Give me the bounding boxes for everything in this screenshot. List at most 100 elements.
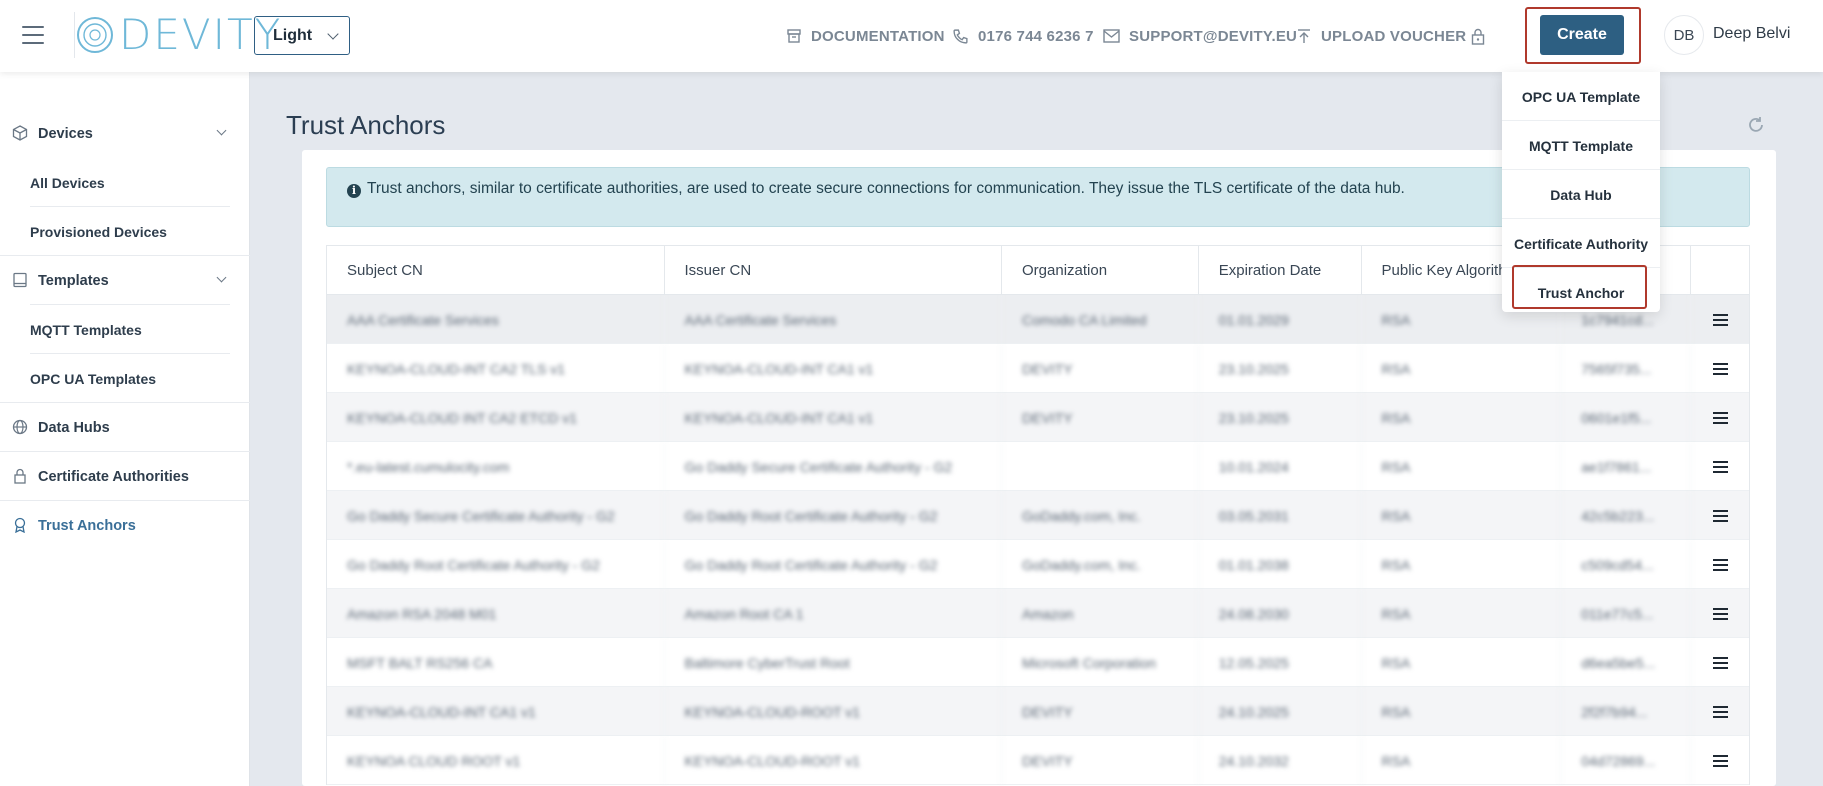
theme-select[interactable]: Light (254, 16, 350, 55)
menu-icon (1712, 313, 1728, 326)
sidebar-item-label: All Devices (30, 174, 105, 191)
table-row[interactable]: Go Daddy Secure Certificate Authority - … (327, 491, 1749, 540)
table-cell: Go Daddy Secure Certificate Authority - … (327, 491, 665, 540)
row-menu-button[interactable] (1691, 491, 1749, 540)
sidebar-item-opcua-templates[interactable]: OPC UA Templates (30, 354, 230, 403)
table-cell: 42c5b223... (1561, 491, 1692, 540)
logo[interactable]: DEVITY (74, 12, 282, 58)
table-row[interactable]: KEYNOA-CLOUD-INT CA1 v1 KEYNOA-CLOUD-ROOT… (327, 687, 1749, 736)
menu-icon (1712, 411, 1728, 424)
sidebar-item-certificate-authorities[interactable]: Certificate Authorities (0, 452, 250, 501)
table-cell: 24.08.2030 (1199, 589, 1362, 638)
table-cell: DEVITY (1002, 344, 1199, 393)
menu-icon (1712, 362, 1728, 375)
table-cell: 04d72869... (1561, 736, 1692, 785)
table-row[interactable]: Go Daddy Root Certificate Authority - G2… (327, 540, 1749, 589)
table-cell: AAA Certificate Services (665, 295, 1003, 344)
upload-voucher-link[interactable]: UPLOAD VOUCHER (1296, 0, 1466, 72)
column-header[interactable]: Issuer CN (665, 246, 1002, 295)
table-row[interactable]: Amazon RSA 2048 M01 Amazon Root CA 1 Amazo… (327, 589, 1749, 638)
user-name[interactable]: Deep Belvi (1713, 25, 1790, 43)
support-email-link[interactable]: SUPPORT@DEVITY.EU (1103, 0, 1297, 72)
avatar[interactable]: DB (1664, 15, 1704, 55)
row-menu-button[interactable] (1691, 393, 1749, 442)
menu-icon (1712, 656, 1728, 669)
table-cell: KEYNOA-CLOUD-INT CA1 v1 (665, 344, 1003, 393)
row-menu-button[interactable] (1691, 589, 1749, 638)
sidebar-group-devices[interactable]: Devices (0, 109, 250, 158)
row-menu-button[interactable] (1691, 295, 1749, 344)
table-cell: KEYNOA-CLOUD-INT CA1 v1 (665, 393, 1003, 442)
chevron-down-icon (216, 125, 227, 136)
table-cell: RSA (1362, 393, 1562, 442)
row-menu-button[interactable] (1691, 540, 1749, 589)
table-cell: ae1f7861... (1561, 442, 1692, 491)
table-row[interactable]: KEYNOA-CLOUD INT CA2 ETCD v1 KEYNOA-CLOUD… (327, 393, 1749, 442)
sidebar-item-label: Certificate Authorities (38, 468, 189, 485)
table-cell: 24.10.2032 (1199, 736, 1362, 785)
table-cell: RSA (1362, 344, 1562, 393)
table-cell: DEVITY (1002, 736, 1199, 785)
row-menu-button[interactable] (1691, 687, 1749, 736)
table-cell (1002, 442, 1199, 491)
column-header[interactable]: Subject CN (327, 246, 665, 295)
table-cell: RSA (1362, 540, 1562, 589)
menu-item-certificate-authority[interactable]: Certificate Authority (1502, 219, 1660, 268)
table-cell: Baltimore CyberTrust Root (665, 638, 1003, 687)
sidebar-item-label: Provisioned Devices (30, 223, 167, 240)
upload-voucher-label: UPLOAD VOUCHER (1321, 27, 1467, 45)
table-cell: GoDaddy.com, Inc. (1002, 491, 1199, 540)
table-cell: DEVITY (1002, 393, 1199, 442)
top-header: DEVITY Light DOCUMENTATION 0176 744 6236… (0, 0, 1823, 72)
table-cell: *.eu-latest.cumulocity.com (327, 442, 665, 491)
table-cell: c509cd54... (1561, 540, 1692, 589)
table-cell: Amazon Root CA 1 (665, 589, 1003, 638)
archive-icon (787, 29, 801, 43)
lock-button[interactable] (1471, 0, 1494, 72)
sidebar-item-provisioned-devices[interactable]: Provisioned Devices (30, 207, 230, 256)
menu-item-data-hub[interactable]: Data Hub (1502, 170, 1660, 219)
table-row[interactable]: MSFT BALT RS256 CA Baltimore CyberTrust R… (327, 638, 1749, 687)
table-cell: Microsoft Corporation (1002, 638, 1199, 687)
menu-item-opcua-template[interactable]: OPC UA Template (1502, 72, 1660, 121)
documentation-link[interactable]: DOCUMENTATION (786, 0, 945, 72)
create-button[interactable]: Create (1540, 15, 1624, 55)
table-cell: RSA (1362, 736, 1562, 785)
logo-mark-icon (77, 17, 113, 53)
sidebar-item-label: Trust Anchors (38, 517, 136, 534)
menu-item-trust-anchor[interactable]: Trust Anchor (1502, 268, 1660, 317)
table-cell: Go Daddy Root Certificate Authority - G2 (665, 540, 1003, 589)
hamburger-menu-icon[interactable] (22, 26, 44, 44)
table-cell: 24.10.2025 (1199, 687, 1362, 736)
table-cell: 01.01.2038 (1199, 540, 1362, 589)
menu-item-mqtt-template[interactable]: MQTT Template (1502, 121, 1660, 170)
column-header[interactable]: Expiration Date (1199, 246, 1362, 295)
sidebar-item-mqtt-templates[interactable]: MQTT Templates (30, 305, 230, 354)
award-icon (14, 517, 26, 533)
row-menu-button[interactable] (1691, 638, 1749, 687)
sidebar-item-trust-anchors[interactable]: Trust Anchors (0, 501, 250, 550)
table-cell: KEYNOA CLOUD ROOT v1 (327, 736, 665, 785)
table-row[interactable]: KEYNOA CLOUD ROOT v1 KEYNOA-CLOUD-ROOT v1… (327, 736, 1749, 785)
row-menu-button[interactable] (1691, 442, 1749, 491)
sidebar-item-label: Data Hubs (38, 419, 110, 436)
sidebar-group-templates[interactable]: Templates (0, 256, 250, 305)
sidebar-group-label: Templates (38, 272, 109, 289)
row-menu-button[interactable] (1691, 736, 1749, 785)
table-cell: Go Daddy Root Certificate Authority - G2 (327, 540, 665, 589)
table-cell: RSA (1362, 638, 1562, 687)
upload-icon (1298, 29, 1310, 43)
sidebar-item-all-devices[interactable]: All Devices (30, 158, 230, 207)
table-row[interactable]: KEYNOA-CLOUD-INT CA2 TLS v1 KEYNOA-CLOUD-… (327, 344, 1749, 393)
info-icon: i (347, 184, 361, 198)
table-cell: Go Daddy Root Certificate Authority - G2 (665, 491, 1003, 540)
phone-link[interactable]: 0176 744 6236 7 (952, 0, 1094, 72)
row-menu-button[interactable] (1691, 344, 1749, 393)
lock-icon (14, 468, 26, 484)
column-header[interactable]: Organization (1002, 246, 1199, 295)
table-row[interactable]: *.eu-latest.cumulocity.com Go Daddy Secur… (327, 442, 1749, 491)
refresh-icon[interactable] (1746, 115, 1766, 135)
page-title: Trust Anchors (286, 110, 446, 140)
sidebar-item-data-hubs[interactable]: Data Hubs (0, 403, 250, 452)
mail-icon (1103, 29, 1120, 43)
